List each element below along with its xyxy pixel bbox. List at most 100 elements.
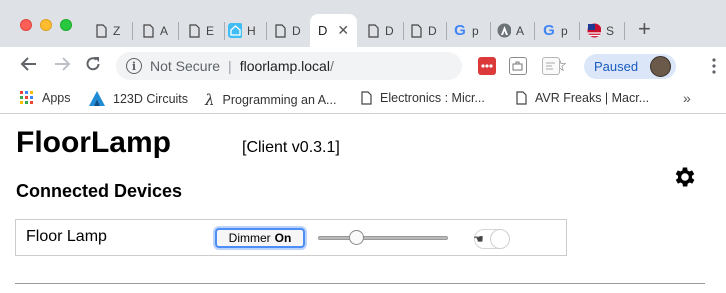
tab-title: D — [385, 23, 394, 38]
url-path: / — [329, 58, 334, 74]
profile-paused-button[interactable]: Paused — [584, 54, 676, 79]
more-menu-icon[interactable] — [711, 57, 717, 75]
bookmark-label: 123D Circuits — [113, 91, 189, 106]
tab-title: Z — [113, 23, 121, 38]
tab-title: A — [516, 23, 525, 38]
brightness-slider[interactable] — [318, 230, 448, 246]
zoom-window-button[interactable] — [60, 19, 72, 31]
address-divider: | — [228, 58, 232, 74]
tab-9[interactable]: A — [497, 14, 526, 47]
bookmark-label: Apps — [42, 91, 71, 105]
tab-8[interactable]: G p — [453, 14, 482, 47]
browser-toolbar: i Not Secure | floorlamp.local/ ☆ Paused — [0, 47, 726, 84]
tab-divider — [624, 22, 625, 40]
tab-divider — [224, 22, 225, 40]
forward-arrow-icon[interactable] — [53, 55, 71, 77]
window-extension-icon[interactable] — [542, 57, 560, 75]
bookmark-avr-freaks[interactable]: AVR Freaks | Macr... — [516, 91, 649, 105]
toggle-knob — [490, 229, 510, 249]
security-label: Not Secure — [150, 58, 221, 74]
briefcase-extension-icon[interactable] — [509, 57, 527, 75]
tab-4[interactable]: D — [273, 14, 302, 47]
bookmarks-bar: Apps 123D Circuits λ Programming an A...… — [0, 84, 726, 114]
divider — [15, 283, 705, 284]
power-toggle[interactable]: ☚ — [473, 229, 510, 249]
tab-title: H — [247, 23, 256, 38]
close-tab-icon[interactable]: ✕ — [337, 22, 349, 39]
page-icon — [187, 23, 201, 39]
lastpass-extension-icon[interactable] — [478, 57, 496, 75]
tab-title: D — [292, 23, 301, 38]
google-icon: G — [543, 22, 555, 39]
reload-icon[interactable] — [84, 55, 102, 77]
tab-divider — [446, 22, 447, 40]
tab-title: A — [160, 23, 169, 38]
page-icon — [361, 91, 372, 105]
minimize-window-button[interactable] — [40, 19, 52, 31]
device-row: Floor Lamp Dimmer On ☚ — [15, 219, 567, 256]
tab-title: E — [206, 23, 215, 38]
bookmark-label: Programming an A... — [222, 93, 337, 107]
client-version: [Client v0.3.1] — [242, 139, 340, 156]
tab-divider — [579, 22, 580, 40]
section-title: Connected Devices — [16, 181, 183, 201]
tab-title: p — [561, 23, 568, 38]
tab-title: p — [472, 23, 479, 38]
tab-divider — [490, 22, 491, 40]
tab-7[interactable]: D — [409, 14, 438, 47]
lambda-icon: λ — [205, 91, 215, 109]
bookmark-programming[interactable]: λ Programming an A... — [205, 91, 336, 109]
dimmer-toggle-button[interactable]: Dimmer On — [215, 228, 305, 248]
tab-0[interactable]: Z — [94, 14, 123, 47]
avatar — [650, 56, 671, 77]
tab-strip: Z A E H D D ✕ D D G p A G p S + — [0, 0, 726, 47]
bookmark-electronics[interactable]: Electronics : Micr... — [361, 91, 485, 105]
device-name: Floor Lamp — [26, 228, 107, 245]
tab-11[interactable]: S — [587, 14, 616, 47]
page-content: FloorLamp [Client v0.3.1] Connected Devi… — [0, 115, 726, 293]
tab-6[interactable]: D — [366, 14, 395, 47]
dimmer-state: On — [274, 231, 292, 245]
tab-title: D — [318, 23, 328, 38]
hand-pointer-icon: ☚ — [473, 232, 484, 246]
tab-3[interactable]: H — [228, 14, 257, 47]
url-host: floorlamp.local — [239, 58, 330, 74]
back-arrow-icon[interactable] — [20, 55, 38, 77]
close-window-button[interactable] — [20, 19, 32, 31]
apps-grid-icon — [20, 91, 34, 105]
google-icon: G — [454, 22, 466, 39]
slider-track — [318, 236, 448, 240]
dimmer-label: Dimmer — [228, 231, 271, 245]
page-icon — [409, 23, 423, 39]
bookmark-apps[interactable]: Apps — [20, 91, 71, 105]
page-title: FloorLamp — [16, 126, 171, 159]
tab-divider — [266, 22, 267, 40]
flag-icon — [587, 23, 601, 39]
tab-divider — [534, 22, 535, 40]
slider-thumb[interactable] — [349, 230, 364, 245]
gear-icon[interactable] — [672, 164, 698, 196]
tab-divider — [132, 22, 133, 40]
tab-divider — [178, 22, 179, 40]
bookmark-label: Electronics : Micr... — [380, 91, 485, 105]
home-assistant-icon — [228, 23, 242, 39]
arduino-icon — [497, 23, 511, 39]
new-tab-icon[interactable]: + — [638, 18, 651, 40]
info-icon[interactable]: i — [126, 58, 142, 74]
tab-title: S — [606, 23, 615, 38]
123d-circuits-icon — [89, 91, 105, 106]
bookmark-123d-circuits[interactable]: 123D Circuits — [89, 91, 188, 106]
tab-10[interactable]: G p — [542, 14, 571, 47]
address-bar[interactable]: i Not Secure | floorlamp.local/ ☆ — [116, 52, 567, 80]
tab-1[interactable]: A — [141, 14, 170, 47]
tab-title: D — [428, 23, 437, 38]
page-icon — [94, 23, 108, 39]
bookmarks-overflow-icon[interactable]: » — [683, 90, 691, 106]
tab-divider — [403, 22, 404, 40]
page-icon — [516, 91, 527, 105]
page-icon — [273, 23, 287, 39]
browser-window: Z A E H D D ✕ D D G p A G p S + i Not Se… — [0, 0, 726, 293]
tab-2[interactable]: E — [187, 14, 216, 47]
tab-5-active[interactable]: D ✕ — [310, 14, 358, 47]
paused-label: Paused — [594, 59, 639, 74]
